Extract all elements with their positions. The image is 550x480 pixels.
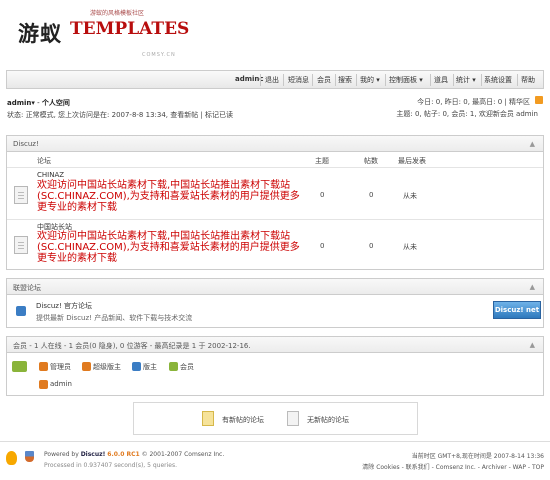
online-users-icon xyxy=(12,361,27,372)
forum-last-post: 从未 xyxy=(403,243,417,251)
bulb-icon xyxy=(6,451,17,465)
forum-description: 欢迎访问中国站长站素材下载,中国站长站推出素材下载站(SC.CHINAZ.COM… xyxy=(37,180,300,213)
category-title[interactable]: Discuz! xyxy=(13,140,39,148)
discuz-link[interactable]: Discuz! xyxy=(81,451,106,458)
forum-topics-count: 0 xyxy=(320,242,325,250)
forum-last-post: 从未 xyxy=(403,192,417,200)
today-stats: 今日: 0, 昨日: 0, 最高日: 0 | 精华区 xyxy=(417,98,530,106)
online-user-icon xyxy=(39,380,48,389)
site-logo-cn[interactable]: 游蚁 xyxy=(18,18,62,48)
version-label: 6.0.0 RC1 xyxy=(107,451,140,458)
online-summary: 会员 - 1 人在线 - 1 会员(0 隐身), 0 位游客 - 最高纪录是 1… xyxy=(13,342,251,350)
nav-item-my[interactable]: 我的 ▾ xyxy=(360,75,380,85)
nav-item-pm[interactable]: 短消息 xyxy=(288,75,309,85)
forum-name-link[interactable]: CHINAZ xyxy=(37,171,64,179)
status-line: 状态: 正常模式, 您上次访问是在: 2007-8-8 13:34, 查看新帖 … xyxy=(7,111,234,119)
league-title: 联盟论坛 xyxy=(13,284,41,292)
footer-time: 当前时区 GMT+8,现在时间是 2007-8-14 13:36 xyxy=(411,453,544,460)
league-header[interactable]: 联盟论坛 ▲ xyxy=(7,279,543,295)
nav-item-members[interactable]: 会员 xyxy=(317,75,331,85)
league-forum-name[interactable]: Discuz! 官方论坛 xyxy=(36,301,92,311)
discuz-logo-badge[interactable]: Discuz! net xyxy=(493,301,541,319)
powered-by: Powered by Discuz! 6.0.0 RC1 © 2001-2007… xyxy=(44,451,225,458)
group-member: 会员 xyxy=(180,363,194,371)
username-link[interactable]: admin xyxy=(7,99,31,107)
nav-item-help[interactable]: 帮助 xyxy=(521,75,535,85)
league-forum-desc: 提供最新 Discuz! 产品新闻、软件下载与技术交流 xyxy=(36,314,193,322)
group-admin: 管理员 xyxy=(50,363,71,371)
league-forum-icon xyxy=(16,306,26,316)
member-group-icon xyxy=(169,362,178,371)
col-topics: 主题 xyxy=(315,157,329,165)
admin-group-icon xyxy=(39,362,48,371)
group-mod: 版主 xyxy=(143,363,157,371)
league-box: 联盟论坛 ▲ Discuz! 官方论坛 提供最新 Discuz! 产品新闻、软件… xyxy=(6,278,544,328)
site-logo-en[interactable]: TEMPLATES xyxy=(70,19,189,39)
online-user-link[interactable]: admin xyxy=(50,380,72,388)
forum-posts-count: 0 xyxy=(369,191,374,199)
online-header[interactable]: 会员 - 1 人在线 - 1 会员(0 隐身), 0 位游客 - 最高纪录是 1… xyxy=(7,337,543,353)
collapse-icon[interactable]: ▲ xyxy=(530,283,535,291)
forum-stats: 主题: 0, 帖子: 0, 会员: 1, 欢迎新会员 admin xyxy=(396,110,538,118)
nav-item-logout[interactable]: 退出 xyxy=(265,75,279,85)
footer-links[interactable]: 清除 Cookies - 联系我们 - Comsenz Inc. - Archi… xyxy=(362,462,544,471)
forum-category-box: Discuz! ▲ 论坛 主题 帖数 最后发表 CHINAZ 欢迎访问中国站长站… xyxy=(6,135,544,270)
top-navbar: adminc 退出 短消息 会员 搜索 我的 ▾ 控制面板 ▾ 道具 统计 ▾ … xyxy=(6,70,544,89)
site-tagline: 游蚁的风格模板社区 xyxy=(90,10,145,17)
mod-group-icon xyxy=(132,362,141,371)
category-header[interactable]: Discuz! ▲ xyxy=(7,136,543,152)
group-supermod: 超级版主 xyxy=(93,363,121,371)
nav-item-search[interactable]: 搜索 xyxy=(338,75,352,85)
col-posts: 帖数 xyxy=(364,157,378,165)
user-greeting: admin▾ - 个人空间 xyxy=(7,99,70,107)
processed-info: Processed in 0.937407 second(s), 5 queri… xyxy=(44,462,177,469)
forum-posts-count: 0 xyxy=(369,242,374,250)
site-logo-sub: COMSY.CN xyxy=(142,52,176,58)
col-forum: 论坛 xyxy=(37,157,51,165)
legend-new: 有新帖的论坛 xyxy=(222,416,264,424)
rss-icon[interactable] xyxy=(535,96,543,104)
collapse-icon[interactable]: ▲ xyxy=(530,140,535,148)
forum-legend: 有新帖的论坛 无新帖的论坛 xyxy=(133,402,418,435)
nav-item-tools[interactable]: 道具 xyxy=(434,75,448,85)
nav-item-stats[interactable]: 统计 ▾ xyxy=(456,75,476,85)
online-box: 会员 - 1 人在线 - 1 会员(0 隐身), 0 位游客 - 最高纪录是 1… xyxy=(6,336,544,396)
nav-item-controlpanel[interactable]: 控制面板 ▾ xyxy=(389,75,423,85)
forum-topics-count: 0 xyxy=(320,191,325,199)
new-posts-icon xyxy=(202,411,214,426)
forum-status-icon xyxy=(14,236,28,254)
forum-description: 欢迎访问中国站长站素材下载,中国站长站推出素材下载站(SC.CHINAZ.COM… xyxy=(37,231,300,264)
collapse-icon[interactable]: ▲ xyxy=(530,341,535,349)
forum-status-icon xyxy=(14,186,28,204)
supermod-group-icon xyxy=(82,362,91,371)
nav-item-settings[interactable]: 系统设置 xyxy=(484,75,512,85)
legend-none: 无新帖的论坛 xyxy=(307,416,349,424)
col-last: 最后发表 xyxy=(398,157,426,165)
shield-icon xyxy=(25,451,34,462)
personal-space-link[interactable]: 个人空间 xyxy=(42,99,70,107)
no-new-posts-icon xyxy=(287,411,299,426)
